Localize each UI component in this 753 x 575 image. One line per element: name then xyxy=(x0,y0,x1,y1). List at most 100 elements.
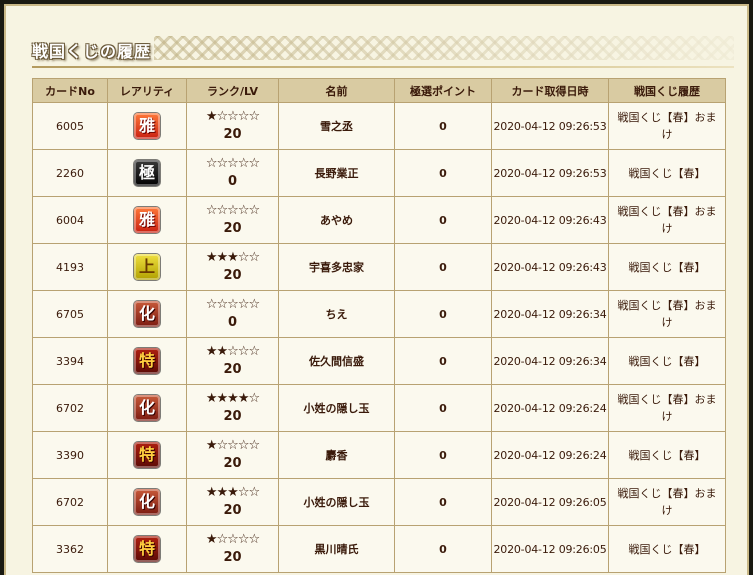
rarity-cell: 特 xyxy=(107,337,187,385)
rarity-badge-icon: 上 xyxy=(134,254,160,280)
level: 20 xyxy=(223,268,242,283)
card-name: 雪之丞 xyxy=(278,102,395,150)
table-row: 6702 化 ★★★☆☆ 20 小姓の隠し玉 0 2020-04-12 09:26:05 戦国… xyxy=(32,478,726,526)
lottery-history: 戦国くじ【春】 xyxy=(608,525,726,573)
title-decoration xyxy=(154,36,734,60)
level: 0 xyxy=(227,315,238,330)
rank-cell: ★☆☆☆☆ 20 xyxy=(186,431,279,479)
card-no: 6004 xyxy=(32,196,108,244)
level: 20 xyxy=(223,221,242,236)
level: 20 xyxy=(223,503,242,518)
select-points: 0 xyxy=(394,149,492,197)
rarity-badge-icon: 極 xyxy=(134,160,160,186)
rank-stars: ☆☆☆☆☆ xyxy=(205,156,260,171)
card-name: 黒川晴氏 xyxy=(278,525,395,573)
window-frame: 戦国くじの履歴 カードNo レアリティ ランク/LV 名前 極選ポイント カード… xyxy=(0,0,753,575)
card-no: 4193 xyxy=(32,243,108,291)
header-rank-lv: ランク/LV xyxy=(186,78,279,103)
header-acquired: カード取得日時 xyxy=(491,78,609,103)
rarity-badge-icon: 化 xyxy=(134,301,160,327)
header-history: 戦国くじ履歴 xyxy=(608,78,726,103)
rank-cell: ☆☆☆☆☆ 0 xyxy=(186,290,279,338)
lottery-history: 戦国くじ【春】 xyxy=(608,149,726,197)
rank-cell: ★★★☆☆ 20 xyxy=(186,243,279,291)
rarity-badge-icon: 雅 xyxy=(134,207,160,233)
acquired-datetime: 2020-04-12 09:26:43 xyxy=(491,196,609,244)
acquired-datetime: 2020-04-12 09:26:05 xyxy=(491,478,609,526)
lottery-history: 戦国くじ【春】 xyxy=(608,431,726,479)
rank-stars: ★☆☆☆☆ xyxy=(205,532,260,547)
table-row: 6702 化 ★★★★☆ 20 小姓の隠し玉 0 2020-04-12 09:26:24 戦国… xyxy=(32,384,726,432)
level: 20 xyxy=(223,550,242,565)
lottery-history: 戦国くじ【春】おまけ xyxy=(608,384,726,432)
lottery-history: 戦国くじ【春】 xyxy=(608,243,726,291)
acquired-datetime: 2020-04-12 09:26:24 xyxy=(491,431,609,479)
card-no: 6005 xyxy=(32,102,108,150)
rank-stars: ★☆☆☆☆ xyxy=(205,109,260,124)
rarity-cell: 上 xyxy=(107,243,187,291)
level: 20 xyxy=(223,456,242,471)
acquired-datetime: 2020-04-12 09:26:43 xyxy=(491,243,609,291)
rank-cell: ★☆☆☆☆ 20 xyxy=(186,102,279,150)
card-name: 佐久間信盛 xyxy=(278,337,395,385)
select-points: 0 xyxy=(394,102,492,150)
card-no: 6702 xyxy=(32,384,108,432)
lottery-history: 戦国くじ【春】おまけ xyxy=(608,196,726,244)
history-table: カードNo レアリティ ランク/LV 名前 極選ポイント カード取得日時 戦国く… xyxy=(32,78,726,573)
table-row: 2260 極 ☆☆☆☆☆ 0 長野業正 0 2020-04-12 09:26:53 戦国くじ【… xyxy=(32,149,726,197)
rank-cell: ★☆☆☆☆ 20 xyxy=(186,525,279,573)
acquired-datetime: 2020-04-12 09:26:53 xyxy=(491,102,609,150)
rank-cell: ☆☆☆☆☆ 0 xyxy=(186,149,279,197)
table-row: 6705 化 ☆☆☆☆☆ 0 ちえ 0 2020-04-12 09:26:34 戦国くじ【春】… xyxy=(32,290,726,338)
level: 20 xyxy=(223,362,242,377)
rarity-cell: 化 xyxy=(107,384,187,432)
lottery-history: 戦国くじ【春】おまけ xyxy=(608,102,726,150)
lottery-history: 戦国くじ【春】 xyxy=(608,337,726,385)
card-no: 6705 xyxy=(32,290,108,338)
card-no: 3390 xyxy=(32,431,108,479)
level: 0 xyxy=(227,174,238,189)
rarity-cell: 極 xyxy=(107,149,187,197)
header-row: カードNo レアリティ ランク/LV 名前 極選ポイント カード取得日時 戦国く… xyxy=(32,78,726,103)
table-header: カードNo レアリティ ランク/LV 名前 極選ポイント カード取得日時 戦国く… xyxy=(32,78,726,103)
rarity-cell: 特 xyxy=(107,431,187,479)
history-panel: 戦国くじの履歴 カードNo レアリティ ランク/LV 名前 極選ポイント カード… xyxy=(4,4,749,575)
title-underline xyxy=(32,66,734,68)
header-rarity: レアリティ xyxy=(107,78,187,103)
card-name: 小姓の隠し玉 xyxy=(278,384,395,432)
page-title: 戦国くじの履歴 xyxy=(32,42,152,61)
lottery-history: 戦国くじ【春】おまけ xyxy=(608,290,726,338)
rank-stars: ★★★★☆ xyxy=(205,391,260,406)
table-row: 3394 特 ★★☆☆☆ 20 佐久間信盛 0 2020-04-12 09:26:34 戦国く… xyxy=(32,337,726,385)
rank-cell: ★★☆☆☆ 20 xyxy=(186,337,279,385)
acquired-datetime: 2020-04-12 09:26:05 xyxy=(491,525,609,573)
rarity-cell: 特 xyxy=(107,525,187,573)
card-name: 小姓の隠し玉 xyxy=(278,478,395,526)
table-row: 3362 特 ★☆☆☆☆ 20 黒川晴氏 0 2020-04-12 09:26:05 戦国くじ… xyxy=(32,525,726,573)
card-name: ちえ xyxy=(278,290,395,338)
acquired-datetime: 2020-04-12 09:26:34 xyxy=(491,337,609,385)
level: 20 xyxy=(223,409,242,424)
acquired-datetime: 2020-04-12 09:26:53 xyxy=(491,149,609,197)
card-name: 宇喜多忠家 xyxy=(278,243,395,291)
table-body: 6005 雅 ★☆☆☆☆ 20 雪之丞 0 2020-04-12 09:26:53 戦国くじ【… xyxy=(32,102,726,573)
card-no: 2260 xyxy=(32,149,108,197)
rarity-badge-icon: 化 xyxy=(134,395,160,421)
rank-stars: ☆☆☆☆☆ xyxy=(205,203,260,218)
select-points: 0 xyxy=(394,243,492,291)
rarity-cell: 雅 xyxy=(107,102,187,150)
rank-cell: ★★★☆☆ 20 xyxy=(186,478,279,526)
rarity-badge-icon: 特 xyxy=(134,348,160,374)
title-bar: 戦国くじの履歴 xyxy=(24,30,734,70)
select-points: 0 xyxy=(394,384,492,432)
rank-stars: ★★★☆☆ xyxy=(205,250,260,265)
select-points: 0 xyxy=(394,431,492,479)
header-name: 名前 xyxy=(278,78,395,103)
acquired-datetime: 2020-04-12 09:26:24 xyxy=(491,384,609,432)
select-points: 0 xyxy=(394,478,492,526)
card-name: あやめ xyxy=(278,196,395,244)
header-card-no: カードNo xyxy=(32,78,108,103)
select-points: 0 xyxy=(394,196,492,244)
table-row: 3390 特 ★☆☆☆☆ 20 麝香 0 2020-04-12 09:26:24 戦国くじ【春… xyxy=(32,431,726,479)
level: 20 xyxy=(223,127,242,142)
